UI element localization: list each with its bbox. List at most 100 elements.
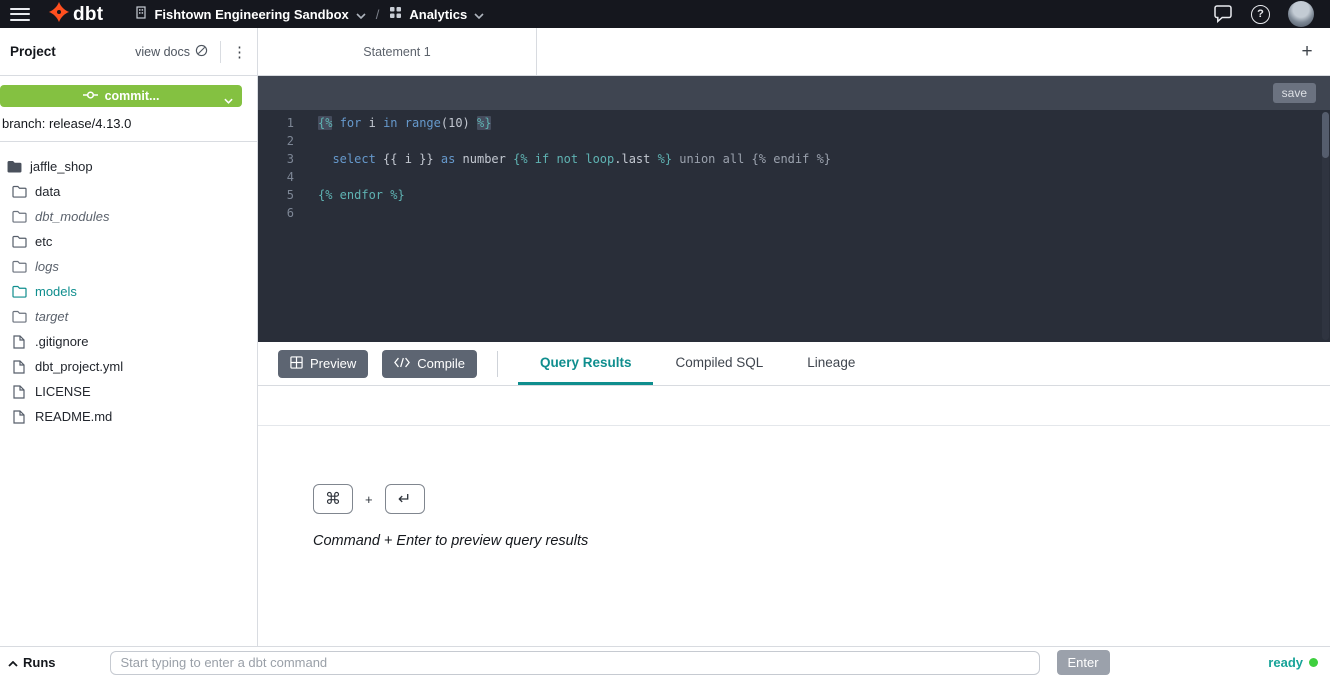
code-line: 6 — [258, 204, 1330, 222]
breadcrumb-separator: / — [376, 7, 380, 22]
tab-query-results[interactable]: Query Results — [518, 342, 654, 385]
code-editor[interactable]: 1{% for i in range(10) %}23 select {{ i … — [258, 110, 1330, 342]
project-label: Analytics — [409, 7, 467, 22]
runs-toggle[interactable]: Runs — [8, 655, 56, 670]
code-line: 1{% for i in range(10) %} — [258, 114, 1330, 132]
tree-item-logs[interactable]: logs — [0, 254, 257, 279]
code-line: 4 — [258, 168, 1330, 186]
line-number: 1 — [258, 114, 294, 132]
tree-item-label: .gitignore — [35, 334, 88, 349]
tree-item-label: data — [35, 184, 60, 199]
command-bar: Runs Enter ready — [0, 646, 1330, 678]
status-label: ready — [1268, 655, 1303, 670]
line-number: 4 — [258, 168, 294, 186]
status-indicator: ready — [1268, 655, 1318, 670]
tree-item-LICENSE[interactable]: LICENSE — [0, 379, 257, 404]
kebab-menu-icon[interactable] — [220, 41, 247, 63]
line-number: 2 — [258, 132, 294, 150]
commit-button[interactable]: commit... — [0, 85, 242, 107]
code-brackets-icon — [394, 356, 410, 371]
editor-tabstrip: Statement 1 + — [258, 28, 1330, 76]
results-tabs: Query ResultsCompiled SQLLineage — [518, 342, 877, 385]
account-selector[interactable]: Fishtown Engineering Sandbox — [135, 6, 365, 22]
view-docs-label: view docs — [135, 45, 190, 59]
editor-toolbar: save — [258, 76, 1330, 110]
file-icon — [11, 410, 27, 424]
compile-button[interactable]: Compile — [382, 350, 477, 378]
code-line: 5{% endfor %} — [258, 186, 1330, 204]
chevron-up-icon — [8, 655, 18, 670]
enter-key-icon: ↵ — [385, 484, 425, 514]
project-selector[interactable]: Analytics — [389, 6, 484, 22]
line-number: 5 — [258, 186, 294, 204]
tree-item-dbt_modules[interactable]: dbt_modules — [0, 204, 257, 229]
help-icon[interactable] — [1251, 5, 1270, 24]
plus-separator: + — [365, 492, 373, 507]
tree-item-target[interactable]: target — [0, 304, 257, 329]
tab-statement-1[interactable]: Statement 1 — [258, 28, 537, 75]
topbar: dbt Fishtown Engineering Sandbox / Analy… — [0, 0, 1330, 28]
building-icon — [135, 6, 147, 22]
line-number: 3 — [258, 150, 294, 168]
add-tab-button[interactable]: + — [1284, 28, 1330, 75]
code-line-text — [294, 132, 318, 150]
tab-compiled-sql[interactable]: Compiled SQL — [653, 342, 785, 385]
results-subheader — [258, 386, 1330, 426]
tree-item-label: LICENSE — [35, 384, 91, 399]
code-line-text — [294, 168, 318, 186]
tree-item-jaffle_shop[interactable]: jaffle_shop — [0, 154, 257, 179]
tree-item-etc[interactable]: etc — [0, 229, 257, 254]
avatar[interactable] — [1288, 1, 1314, 27]
tree-item-.gitignore[interactable]: .gitignore — [0, 329, 257, 354]
code-line: 2 — [258, 132, 1330, 150]
sidebar-header: Project view docs — [0, 28, 257, 76]
main-panel: Statement 1 + save 1{% for i in range(10… — [258, 28, 1330, 646]
save-button[interactable]: save — [1273, 83, 1316, 103]
code-line-text: {% for i in range(10) %} — [294, 114, 491, 132]
chevron-down-icon — [356, 7, 366, 22]
project-panel-title: Project — [10, 44, 56, 59]
toolbar-divider — [497, 351, 498, 377]
tree-item-models[interactable]: models — [0, 279, 257, 304]
menu-icon[interactable] — [10, 8, 30, 21]
chat-icon[interactable] — [1213, 5, 1233, 23]
code-line-text: {% endfor %} — [294, 186, 405, 204]
tree-item-label: jaffle_shop — [30, 159, 93, 174]
commit-button-label: commit... — [105, 89, 160, 103]
tree-item-README.md[interactable]: README.md — [0, 404, 257, 429]
command-key-icon: ⌘ — [313, 484, 353, 514]
tree-item-dbt_project.yml[interactable]: dbt_project.yml — [0, 354, 257, 379]
view-docs-button[interactable]: view docs — [135, 44, 208, 60]
code-line-text — [294, 204, 318, 222]
enter-button[interactable]: Enter — [1057, 650, 1110, 675]
folder-icon — [11, 210, 27, 223]
editor-scrollbar[interactable] — [1322, 112, 1329, 340]
workspace: Project view docs commit... — [0, 28, 1330, 646]
file-icon — [11, 335, 27, 349]
editor-scrollbar-thumb[interactable] — [1322, 112, 1329, 158]
circle-slash-icon — [195, 44, 208, 60]
line-number: 6 — [258, 204, 294, 222]
preview-button[interactable]: Preview — [278, 350, 368, 378]
folder-icon — [11, 260, 27, 273]
status-dot-icon — [1309, 658, 1318, 667]
results-toolbar: Preview Compile Query ResultsCompiled SQ… — [258, 342, 1330, 386]
tree-item-label: logs — [35, 259, 59, 274]
file-icon — [11, 385, 27, 399]
tab-statement-1-label: Statement 1 — [363, 45, 430, 59]
chevron-down-icon — [474, 7, 484, 22]
folder-icon — [11, 285, 27, 298]
chevron-down-icon — [224, 93, 233, 107]
tree-item-data[interactable]: data — [0, 179, 257, 204]
tab-lineage[interactable]: Lineage — [785, 342, 877, 385]
shortcut-hint-text: Command + Enter to preview query results — [313, 533, 1330, 549]
dbt-command-input[interactable] — [110, 651, 1040, 675]
tree-item-label: dbt_modules — [35, 209, 109, 224]
tree-item-label: etc — [35, 234, 52, 249]
preview-button-label: Preview — [310, 356, 356, 371]
code-line: 3 select {{ i }} as number {% if not loo… — [258, 150, 1330, 168]
git-commit-icon — [83, 89, 98, 103]
folder-open-icon — [6, 160, 22, 173]
tree-item-label: models — [35, 284, 77, 299]
tree-item-label: target — [35, 309, 68, 324]
